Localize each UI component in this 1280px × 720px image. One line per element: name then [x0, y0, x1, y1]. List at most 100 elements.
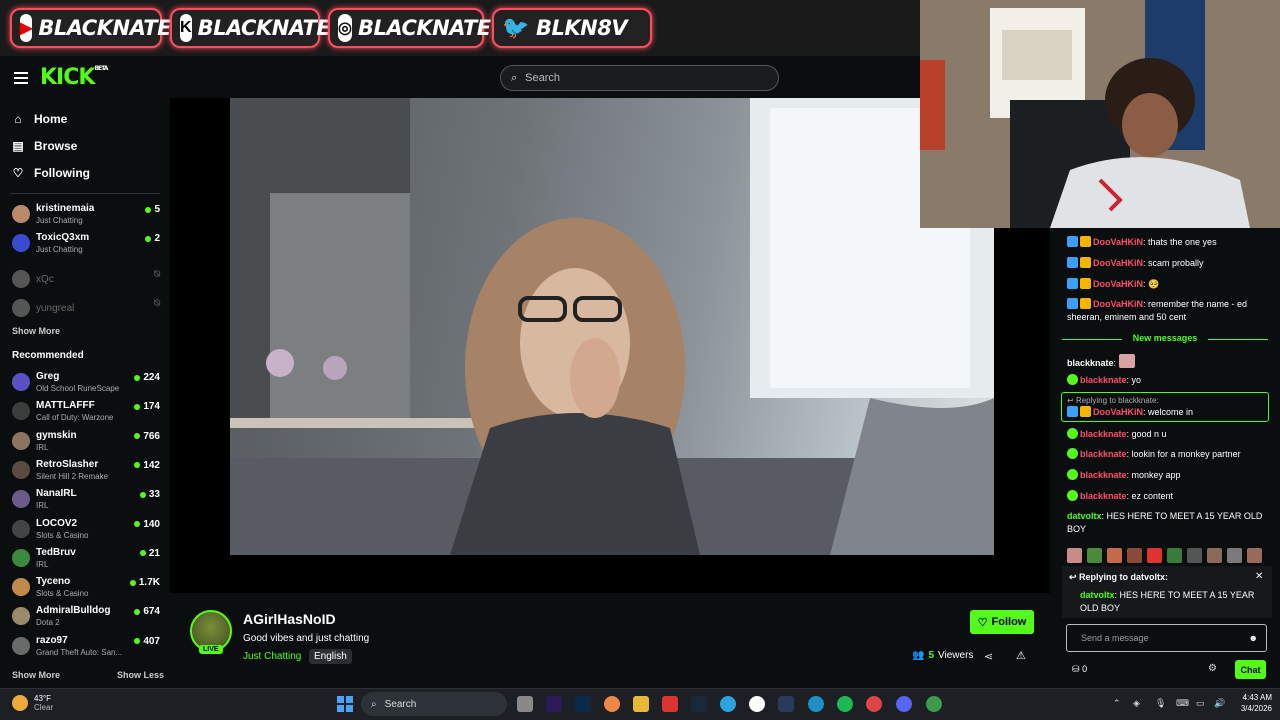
streamer-name[interactable]: AGirlHasNoID — [243, 611, 336, 627]
weather-widget[interactable]: 43°F Clear — [12, 694, 53, 712]
stream-video[interactable] — [230, 98, 994, 555]
chat-username[interactable]: blackknate — [1080, 491, 1127, 501]
chat-input[interactable]: Send a message ☻ — [1066, 624, 1267, 652]
chat-text: : thats the one yes — [1143, 237, 1217, 247]
nav-following[interactable]: ♡ Following — [12, 166, 90, 180]
app-icon[interactable] — [662, 696, 678, 712]
chat-username[interactable]: datvoltx — [1067, 511, 1102, 521]
emote-icon[interactable] — [1247, 548, 1262, 563]
logo-text: KICK — [40, 65, 95, 90]
crown-badge-icon — [1080, 236, 1091, 247]
premiere-icon[interactable] — [546, 696, 562, 712]
network-icon[interactable]: ▭ — [1196, 698, 1205, 709]
emote-icon[interactable] — [1227, 548, 1242, 563]
chat-username[interactable]: DooVaHKiN — [1093, 279, 1143, 289]
clock[interactable]: 4:43 AM 3/4/2026 — [1232, 692, 1272, 714]
chat-username[interactable]: DooVaHKiN — [1093, 299, 1143, 309]
sidebar-item-tyceno[interactable]: Tyceno Slots & Casino 1.7K — [12, 574, 160, 602]
chat-text: : scam probally — [1143, 258, 1204, 268]
sidebar-item-tedbruv[interactable]: TedBruv IRL 21 — [12, 545, 160, 573]
menu-icon[interactable] — [14, 72, 28, 84]
chat-username[interactable]: blackknate — [1080, 470, 1127, 480]
sidebar-item-nanairl[interactable]: NanaIRL IRL 33 — [12, 486, 160, 514]
chat-username[interactable]: blackknate — [1080, 429, 1127, 439]
emote-icon[interactable] — [1067, 548, 1082, 563]
chat-message: blackknate: good n u — [1067, 428, 1272, 441]
emote-icon[interactable] — [1087, 548, 1102, 563]
chevron-up-icon[interactable]: ⌃ — [1113, 698, 1121, 709]
live-dot-icon — [134, 433, 141, 440]
emote-icon[interactable] — [1147, 548, 1162, 563]
show-more-recommended[interactable]: Show More — [12, 670, 60, 680]
sidebar-item-mattlafff[interactable]: MATTLAFFF Call of Duty: Warzone 174 — [12, 398, 160, 426]
windows-start-icon[interactable] — [337, 696, 353, 712]
emote-icon[interactable] — [1127, 548, 1142, 563]
channel-name: MATTLAFFF — [36, 400, 95, 412]
emote-icon[interactable] — [1167, 548, 1182, 563]
sidebar-item-kristinemaia[interactable]: kristinemaia Just Chatting 5 — [12, 201, 160, 229]
discord-icon[interactable] — [896, 696, 912, 712]
keyboard-icon[interactable]: ⌨ — [1176, 698, 1189, 709]
search-input[interactable]: ⌕ Search — [500, 65, 779, 91]
taskbar-search[interactable]: ⌕ Search — [361, 692, 507, 716]
app-icon[interactable] — [749, 696, 765, 712]
chat-username[interactable]: DooVaHKiN — [1093, 258, 1143, 268]
emote-icon[interactable] — [1107, 548, 1122, 563]
show-less-recommended[interactable]: Show Less — [117, 670, 164, 680]
close-icon[interactable]: ✕ — [1255, 571, 1263, 582]
telegram-icon[interactable] — [720, 696, 736, 712]
task-view-icon[interactable] — [517, 696, 533, 712]
nav-home[interactable]: ⌂ Home — [12, 112, 67, 126]
offline-icon: ⍉ — [154, 269, 160, 280]
sidebar-item-greg[interactable]: Greg Old School RuneScape 224 — [12, 369, 160, 397]
sidebar-item-yungreal[interactable]: yungreal ⍉ — [12, 295, 160, 323]
edge-icon[interactable] — [808, 696, 824, 712]
emoji-icon[interactable]: ☻ — [1249, 633, 1258, 643]
emote-icon[interactable] — [1207, 548, 1222, 563]
sidebar-item-toxicq3xm[interactable]: ToxicQ3xm Just Chatting 2 — [12, 230, 160, 258]
sidebar-item-xqc[interactable]: xQc ⍉ — [12, 266, 160, 294]
app-tray-icon[interactable]: ◈ — [1133, 698, 1140, 709]
sidebar-item-gymskin[interactable]: gymskin IRL 766 — [12, 428, 160, 456]
show-more-following[interactable]: Show More — [12, 326, 60, 336]
channel-category: Slots & Casino — [36, 589, 89, 599]
chat-username[interactable]: blackknate — [1080, 375, 1127, 385]
file-explorer-icon[interactable] — [633, 696, 649, 712]
viewer-number: 33 — [148, 489, 160, 501]
viewer-number: 5 — [154, 204, 160, 215]
stream-language[interactable]: English — [309, 649, 352, 664]
gear-icon[interactable]: ⚙ — [1208, 663, 1217, 674]
follow-button[interactable]: ♡ Follow — [970, 610, 1034, 634]
app-icon[interactable] — [866, 696, 882, 712]
report-icon[interactable]: ⚠ — [1016, 649, 1026, 662]
nav-browse[interactable]: ▤ Browse — [12, 139, 77, 153]
sidebar-item-retroslasher[interactable]: RetroSlasher Silent Hill 2 Remake 142 — [12, 457, 160, 485]
points-display[interactable]: ⛁ 0 — [1072, 664, 1087, 675]
chat-username[interactable]: DooVaHKiN — [1093, 237, 1143, 247]
sidebar-item-admiralbulldog[interactable]: AdmiralBulldog Dota 2 674 — [12, 603, 160, 631]
stream-category[interactable]: Just Chatting — [243, 651, 301, 662]
steam-icon[interactable] — [778, 696, 794, 712]
photoshop-icon[interactable] — [575, 696, 591, 712]
chat-username[interactable]: DooVaHKiN — [1093, 407, 1143, 417]
chat-username[interactable]: blackknate — [1067, 358, 1114, 368]
spotify-icon[interactable] — [837, 696, 853, 712]
points-value: 0 — [1082, 664, 1088, 674]
verified-badge-icon — [1067, 278, 1078, 289]
nav-home-label: Home — [34, 112, 68, 126]
sidebar-item-razo97[interactable]: razo97 Grand Theft Auto: San... 407 — [12, 633, 160, 661]
kick-logo[interactable]: KICKBETA — [40, 65, 108, 90]
volume-icon[interactable]: 🔊 — [1214, 698, 1225, 709]
sidebar-item-locov2[interactable]: LOCOV2 Slots & Casino 140 — [12, 516, 160, 544]
share-icon[interactable]: ⋖ — [984, 650, 993, 663]
viewer-number: 1.7K — [138, 577, 160, 589]
emote-icon[interactable] — [1187, 548, 1202, 563]
steam-icon[interactable] — [691, 696, 707, 712]
microphone-icon[interactable]: 🎙 — [1155, 698, 1166, 709]
chat-username[interactable]: blackknate — [1080, 449, 1127, 459]
chrome-icon[interactable] — [926, 696, 942, 712]
chrome-icon[interactable] — [604, 696, 620, 712]
chat-send-button[interactable]: Chat — [1235, 660, 1266, 679]
viewer-number: 224 — [143, 372, 160, 383]
chat-message: blackknate: monkey app — [1067, 469, 1272, 482]
